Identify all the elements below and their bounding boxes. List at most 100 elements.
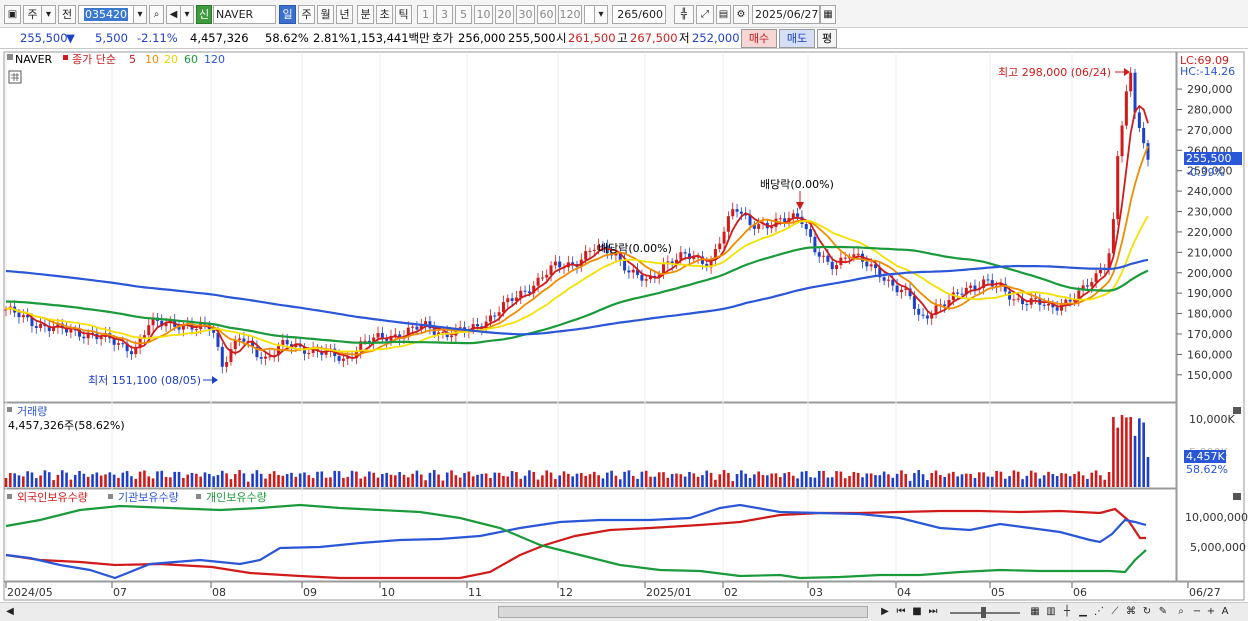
- eraser-icon[interactable]: ✎: [1156, 605, 1170, 620]
- search-icon[interactable]: ⌕: [149, 5, 164, 24]
- price-panel[interactable]: [3, 51, 1177, 403]
- volume-bar: [679, 474, 683, 487]
- volume-bar: [52, 480, 55, 487]
- volume-bar: [225, 473, 228, 487]
- calendar-icon[interactable]: ▦: [820, 5, 836, 24]
- layout-grid-icon[interactable]: ▥: [1044, 605, 1058, 620]
- candle-body: [592, 249, 596, 251]
- table-toggle-icon[interactable]: [8, 70, 22, 84]
- x-tick-label: 02: [724, 586, 738, 599]
- volume-bar: [904, 473, 908, 487]
- interval-3[interactable]: 3: [436, 5, 453, 24]
- code-dropdown-icon[interactable]: ▾: [134, 5, 147, 24]
- zoom-icon[interactable]: ⌕: [1174, 605, 1188, 620]
- tab-yearly[interactable]: 년: [336, 5, 353, 24]
- crosshair-icon[interactable]: ┼: [1060, 605, 1074, 620]
- scroll-left-icon[interactable]: ◀: [3, 605, 17, 620]
- tab-second[interactable]: 초: [376, 5, 393, 24]
- zoom-in-icon[interactable]: +: [1204, 605, 1218, 620]
- volume-bar: [986, 476, 990, 487]
- holdings-panel-close-icon[interactable]: [1233, 493, 1241, 500]
- candle-body: [432, 328, 436, 335]
- candle-body: [415, 326, 419, 330]
- buy-button[interactable]: 매수: [741, 29, 777, 48]
- interval-20[interactable]: 20: [495, 5, 514, 24]
- interval-5[interactable]: 5: [455, 5, 472, 24]
- zoom-slider-handle[interactable]: [981, 607, 986, 618]
- volume-bar: [848, 475, 851, 487]
- interval-1[interactable]: 1: [417, 5, 434, 24]
- chevron-down-icon[interactable]: ▾: [42, 5, 56, 24]
- bar-chart-icon[interactable]: ▁: [1076, 605, 1090, 620]
- line-style-icon[interactable]: ⤢: [696, 5, 714, 24]
- tools-icon[interactable]: ⌘: [1124, 605, 1138, 620]
- period-select[interactable]: 주: [23, 5, 42, 24]
- rewind-icon[interactable]: ⏮: [894, 605, 908, 620]
- tab-minute[interactable]: 분: [357, 5, 374, 24]
- sell-button[interactable]: 매도: [779, 29, 815, 48]
- candle-body: [536, 277, 540, 286]
- layout-icon[interactable]: ▣: [4, 5, 21, 24]
- trend-icon[interactable]: ⟋: [1108, 605, 1122, 620]
- gear-icon[interactable]: ⚙: [733, 5, 749, 24]
- volume-bar: [298, 473, 302, 487]
- scroll-thumb[interactable]: [498, 606, 868, 618]
- tab-weekly[interactable]: 주: [298, 5, 315, 24]
- stock-code-input[interactable]: 035420: [78, 5, 134, 24]
- tab-monthly[interactable]: 월: [317, 5, 334, 24]
- candle-icon[interactable]: ╬: [674, 5, 694, 24]
- tab-tick[interactable]: 틱: [395, 5, 412, 24]
- volume-bar: [1003, 478, 1007, 487]
- grid-icon[interactable]: ▦: [1028, 605, 1042, 620]
- volume-bar: [65, 472, 68, 487]
- interval-10[interactable]: 10: [474, 5, 493, 24]
- volume-bar: [342, 477, 345, 487]
- candle-body: [69, 329, 73, 333]
- volume-bar: [259, 473, 263, 487]
- zoom-out-icon[interactable]: −: [1190, 605, 1204, 620]
- stop-icon[interactable]: ■: [910, 605, 924, 620]
- y-tick-label: 280,000: [1187, 103, 1233, 116]
- prev-button[interactable]: 전: [58, 5, 76, 24]
- stock-name-field[interactable]: NAVER: [213, 5, 276, 24]
- fib-icon[interactable]: ⋰: [1092, 605, 1106, 620]
- custom-interval-dropdown-icon[interactable]: ▾: [594, 5, 608, 24]
- chart-canvas[interactable]: NAVER 종가 단순 5 10 20 60 120 최고 298,000 (0…: [0, 50, 1248, 603]
- volume-bar: [406, 477, 410, 487]
- volume-bar: [99, 475, 103, 487]
- candle-body: [121, 343, 125, 345]
- volume-bar: [791, 475, 795, 487]
- scroll-right-icon[interactable]: ▶: [878, 605, 892, 620]
- x-tick-label: 2024/05: [7, 586, 53, 599]
- y-tick-label: 230,000: [1187, 206, 1233, 219]
- volume-bar: [722, 470, 726, 487]
- volume-bar: [1012, 470, 1016, 487]
- volume-bar: [437, 474, 440, 487]
- forward-icon[interactable]: ⏭: [926, 605, 940, 620]
- volume-bar: [744, 473, 748, 487]
- tab-daily[interactable]: 일: [279, 5, 296, 24]
- speaker-icon[interactable]: ◀: [166, 5, 181, 24]
- high-label: 고: [617, 31, 628, 45]
- candle-body: [1124, 91, 1128, 126]
- date-field[interactable]: 2025/06/27: [752, 5, 820, 24]
- count-field[interactable]: 265/600: [612, 5, 666, 24]
- chart-area[interactable]: NAVER 종가 단순 5 10 20 60 120 최고 298,000 (0…: [0, 50, 1248, 603]
- candle-body: [1008, 291, 1012, 300]
- font-size-icon[interactable]: A: [1218, 605, 1232, 620]
- speaker-dropdown-icon[interactable]: ▾: [181, 5, 194, 24]
- volume-panel-close-icon[interactable]: [1233, 407, 1241, 414]
- volume-bar: [376, 477, 380, 487]
- candle-body: [1129, 72, 1133, 92]
- interval-30[interactable]: 30: [516, 5, 535, 24]
- avg-button[interactable]: 평: [817, 29, 837, 48]
- save-icon[interactable]: ▤: [716, 5, 731, 24]
- holdings-panel[interactable]: [3, 488, 1177, 582]
- volume-bar: [480, 473, 484, 487]
- interval-60[interactable]: 60: [537, 5, 556, 24]
- refresh-icon[interactable]: ↻: [1140, 605, 1154, 620]
- volume-bar: [887, 474, 890, 487]
- candle-body: [778, 218, 782, 220]
- interval-120[interactable]: 120: [558, 5, 582, 24]
- volume-bar: [91, 474, 94, 487]
